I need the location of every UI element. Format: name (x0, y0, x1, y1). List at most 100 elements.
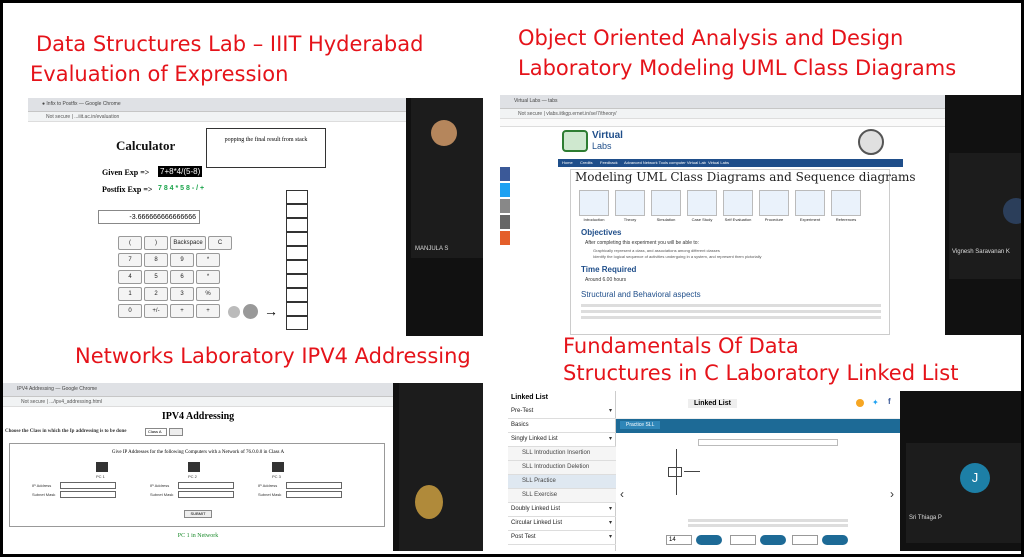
participant-tile-vignesh: Vignesh Saravanan K (949, 153, 1021, 279)
email-icon[interactable] (500, 215, 510, 229)
key-7[interactable]: 7 (118, 253, 142, 267)
sidebar-item-circular-linked-list[interactable]: Circular Linked List ▾ (508, 517, 616, 531)
key-9[interactable]: 9 (170, 253, 194, 267)
objectives-intro: After completing this experiment you wil… (585, 240, 699, 246)
self-evaluation-icon[interactable] (723, 190, 753, 216)
references-icon[interactable] (831, 190, 861, 216)
arrow-right-icon: → (264, 303, 278, 319)
go-button[interactable] (169, 428, 183, 436)
sidebar-item-sll-insertion[interactable]: SLL Introduction Insertion (508, 447, 616, 461)
emblem-icon (858, 129, 884, 155)
label-references: References (835, 217, 857, 222)
insert-at-index-button[interactable] (760, 535, 786, 545)
key-plus-2[interactable]: + (196, 304, 220, 318)
delete-input[interactable] (792, 535, 818, 545)
submit-button[interactable]: SUBMIT (184, 510, 212, 518)
nav-home[interactable]: Home (562, 160, 573, 165)
browser-address-bar[interactable]: Not secure | .../ipv4_addressing.html (3, 397, 393, 407)
value-input[interactable]: 14 (666, 535, 692, 545)
pc3-ip-label: IP Address (258, 483, 278, 488)
nav-feedback[interactable]: Feedback (600, 160, 618, 165)
sidebar-item-label: Circular Linked List (511, 520, 563, 526)
calculator-browser: ● Infix to Postfix — Google Chrome Not s… (28, 98, 406, 336)
key-6[interactable]: 6 (170, 270, 194, 284)
pc1-mask-label: Subnet Mask (32, 492, 56, 497)
pc3-mask-input[interactable] (286, 491, 342, 498)
pause-icon[interactable] (243, 304, 258, 319)
browser-address-bar[interactable]: Not secure | vlabs.iitkgp.ernet.in/se/7/… (500, 109, 945, 119)
brand-name-2: Labs (592, 141, 612, 151)
sidebar-item-label: Singly Linked List (511, 436, 558, 442)
key-8[interactable]: 8 (144, 253, 168, 267)
participant-name: Sri Thiaga P (909, 515, 942, 521)
pc1-mask-input[interactable] (60, 491, 116, 498)
introduction-icon[interactable] (579, 190, 609, 216)
insert-at-head-button[interactable] (696, 535, 722, 545)
pc2-mask-input[interactable] (178, 491, 234, 498)
key-negate[interactable]: +/- (144, 304, 168, 318)
key-2[interactable]: 2 (144, 287, 168, 301)
twitter-icon[interactable]: ✦ (872, 398, 879, 407)
null-arrow (684, 471, 700, 472)
avatar: J (960, 463, 990, 493)
key-0[interactable]: 0 (118, 304, 142, 318)
sidebar-item-label: Pre-Test (511, 408, 534, 414)
sidebar-item-post-test[interactable]: Post Test ▾ (508, 531, 616, 545)
key-backspace[interactable]: Backspace (170, 236, 206, 250)
pc3-ip-input[interactable] (286, 482, 342, 489)
experiment-icon[interactable] (795, 190, 825, 216)
twitter-icon[interactable] (500, 183, 510, 197)
rewind-icon[interactable] (228, 306, 240, 318)
plus-icon[interactable] (500, 231, 510, 245)
facebook-icon[interactable]: f (888, 397, 891, 406)
facebook-icon[interactable] (500, 167, 510, 181)
list-node (668, 467, 682, 477)
pc2-ip-input[interactable] (178, 482, 234, 489)
sidebar-item-singly-linked-list[interactable]: Singly Linked List ▾ (508, 433, 616, 447)
sidebar-title: Linked List (511, 394, 548, 401)
key-plus[interactable]: + (170, 304, 194, 318)
participant-name: Vignesh Saravanan K (952, 249, 1010, 255)
procedure-icon[interactable] (759, 190, 789, 216)
sidebar-item-sll-practice[interactable]: SLL Practice (508, 475, 616, 489)
sidebar-item-sll-deletion[interactable]: SLL Introduction Deletion (508, 461, 616, 475)
linked-list-screen-share: Linked List Pre-Test ▾ Basics Singly Link… (508, 391, 1021, 551)
pc1-label: PC 1 (96, 474, 105, 479)
canvas-area: 14 (638, 439, 878, 549)
sidebar-item-sll-exercise[interactable]: SLL Exercise (508, 489, 616, 503)
pc1-icon (96, 462, 108, 472)
nav-tools[interactable]: Advanced Network Tools computer Virtual … (624, 160, 706, 165)
key-open-paren[interactable]: ( (118, 236, 142, 250)
simulation-icon[interactable] (651, 190, 681, 216)
delete-button[interactable] (822, 535, 848, 545)
key-multiply-2[interactable]: * (196, 270, 220, 284)
pc1-ip-input[interactable] (60, 482, 116, 489)
chevron-left-icon[interactable]: ‹ (620, 487, 624, 501)
sidebar-item-doubly-linked-list[interactable]: Doubly Linked List ▾ (508, 503, 616, 517)
key-3[interactable]: 3 (170, 287, 194, 301)
key-clear[interactable]: C (208, 236, 232, 250)
sidebar-item-basics[interactable]: Basics (508, 419, 616, 433)
key-close-paren[interactable]: ) (144, 236, 168, 250)
chevron-right-icon[interactable]: › (890, 487, 894, 501)
given-exp-value: 7+8*4/(5-8) (158, 166, 203, 177)
case-study-icon[interactable] (687, 190, 717, 216)
index-input[interactable] (730, 535, 756, 545)
calculator-title: Calculator (116, 138, 176, 153)
key-percent[interactable]: % (196, 287, 220, 301)
nav-credits[interactable]: Credits (580, 160, 593, 165)
key-multiply[interactable]: * (196, 253, 220, 267)
class-select[interactable]: Class A (145, 428, 167, 436)
browser-address-bar[interactable]: Not secure | ...iiit.ac.in/evaluation (28, 112, 406, 122)
key-4[interactable]: 4 (118, 270, 142, 284)
key-1[interactable]: 1 (118, 287, 142, 301)
nav-virtual-labs[interactable]: Virtual Labs (708, 160, 729, 165)
share-icon[interactable] (500, 199, 510, 213)
status-message: popping the final result from stack (206, 128, 326, 168)
tab-practice-sll[interactable]: Practice SLL (620, 421, 661, 429)
uml-screen-share: Virtual Labs — tabs Not secure | vlabs.i… (500, 95, 1021, 335)
theory-icon[interactable] (615, 190, 645, 216)
stack-visual (286, 190, 308, 330)
key-5[interactable]: 5 (144, 270, 168, 284)
sidebar-item-pre-test[interactable]: Pre-Test ▾ (508, 405, 616, 419)
